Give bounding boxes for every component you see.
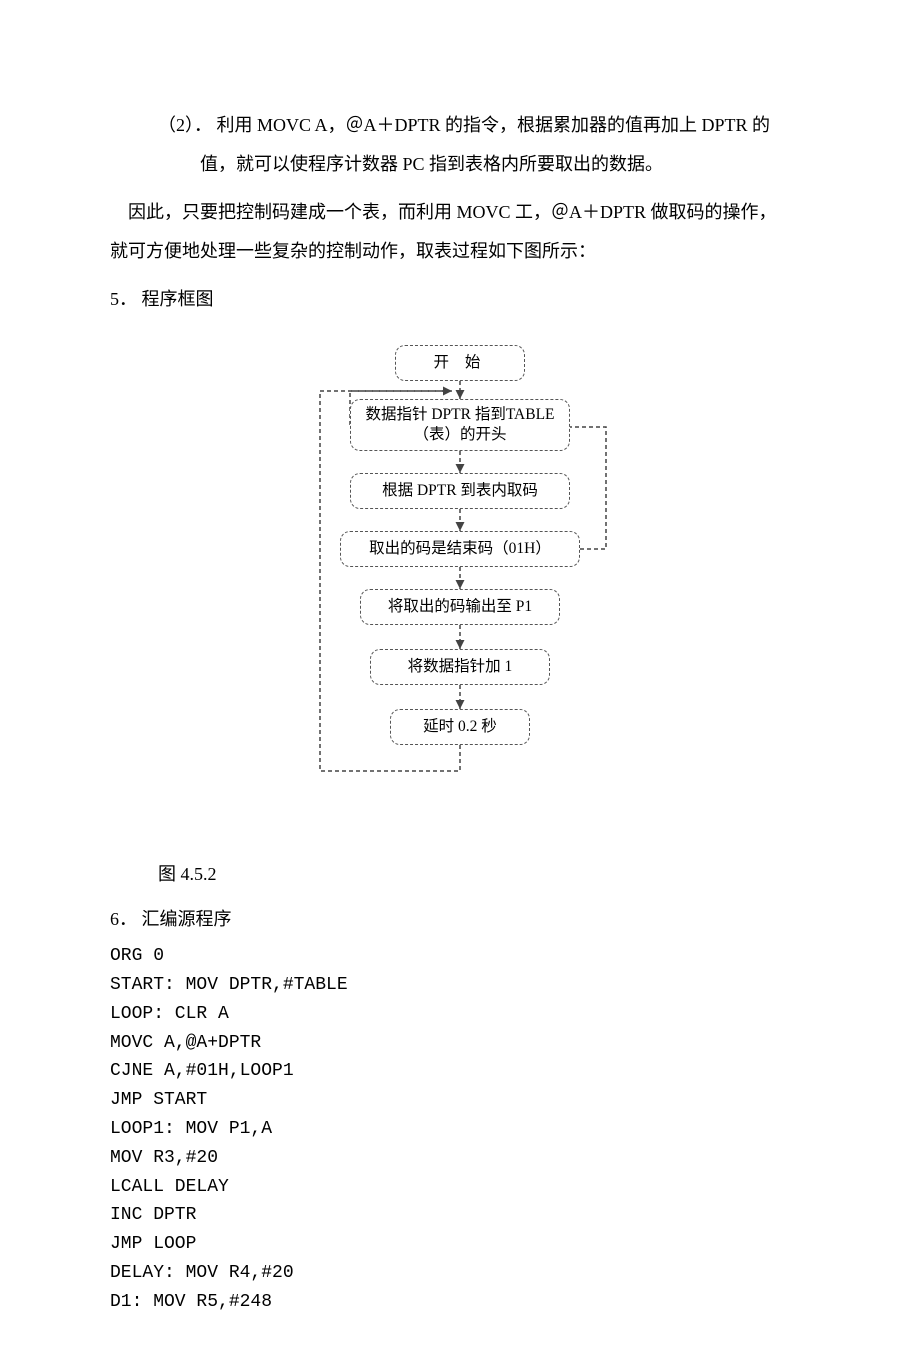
flow-inc: 将数据指针加 1: [370, 649, 550, 685]
page: （2）． 利用 MOVC A，＠A＋DPTR 的指令，根据累加器的值再加上 DP…: [0, 0, 920, 1357]
flow-dptr: 数据指针 DPTR 指到TABLE（表）的开头: [350, 399, 570, 451]
flow-get: 根据 DPTR 到表内取码: [350, 473, 570, 509]
code-heading: 6． 汇编源程序: [110, 904, 810, 935]
flowchart-container: 开 始 数据指针 DPTR 指到TABLE（表）的开头 根据 DPTR 到表内取…: [110, 339, 810, 819]
conclusion-para-l1: 因此，只要把控制码建成一个表，而利用 MOVC 工，＠A＋DPTR 做取码的操作…: [110, 197, 810, 228]
assembly-code: ORG 0 START: MOV DPTR,#TABLE LOOP: CLR A…: [110, 942, 810, 1316]
list-item-2-line2: 值，就可以使程序计数器 PC 指到表格内所要取出的数据。: [110, 149, 810, 180]
list-item-2-line1: （2）． 利用 MOVC A，＠A＋DPTR 的指令，根据累加器的值再加上 DP…: [110, 110, 810, 141]
conclusion-para-l2: 就可方便地处理一些复杂的控制动作，取表过程如下图所示：: [110, 236, 810, 267]
flow-start: 开 始: [395, 345, 525, 381]
flow-delay: 延时 0.2 秒: [390, 709, 530, 745]
figure-caption: 图 4.5.2: [110, 859, 810, 890]
flow-endcode: 取出的码是结束码（01H）: [340, 531, 580, 567]
flowchart: 开 始 数据指针 DPTR 指到TABLE（表）的开头 根据 DPTR 到表内取…: [290, 339, 630, 819]
flow-output: 将取出的码输出至 P1: [360, 589, 560, 625]
flowchart-heading: 5． 程序框图: [110, 284, 810, 315]
